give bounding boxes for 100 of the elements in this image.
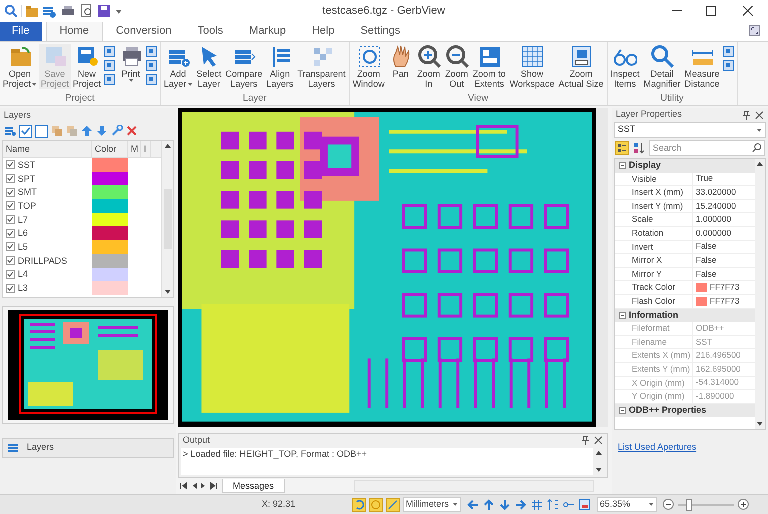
color-swatch[interactable] — [92, 254, 128, 268]
ribbon-button[interactable]: Open Project — [1, 44, 40, 89]
ribbon-button[interactable]: Zoom Window — [350, 44, 387, 89]
scroll-down-icon[interactable] — [757, 422, 763, 426]
scroll-up-icon[interactable] — [757, 162, 763, 166]
ribbon-button[interactable]: Pan — [386, 44, 415, 79]
checkbox[interactable] — [6, 256, 15, 266]
zoom-out-icon[interactable] — [663, 499, 674, 510]
checkbox[interactable] — [6, 228, 15, 238]
collapse-toggle-icon[interactable] — [618, 406, 626, 414]
checkbox[interactable] — [6, 188, 15, 197]
color-swatch[interactable] — [92, 199, 128, 213]
ribbon-button[interactable]: Zoom to Extents — [470, 44, 508, 89]
ribbon-button[interactable]: Zoom In — [414, 44, 443, 89]
scroll-up-icon[interactable] — [164, 144, 170, 148]
close-icon[interactable] — [755, 110, 764, 120]
ribbon-button[interactable]: Select Layer — [194, 44, 224, 89]
ribbon-button[interactable]: Show Workspace — [508, 44, 557, 89]
ribbon-tab[interactable]: Home — [46, 21, 104, 41]
grid-icon[interactable] — [531, 498, 543, 510]
color-swatch[interactable] — [92, 185, 128, 200]
ribbon-button[interactable]: Align Layers — [264, 44, 296, 89]
slider-thumb[interactable] — [686, 498, 692, 510]
pin-icon[interactable] — [581, 436, 590, 446]
file-tab[interactable]: File — [0, 21, 42, 41]
scroll-up-icon[interactable] — [596, 450, 602, 455]
scroll-down-icon[interactable] — [596, 468, 602, 472]
close-icon[interactable] — [594, 436, 603, 446]
layer-dropdown[interactable]: SST — [614, 122, 766, 138]
snap-button[interactable] — [386, 498, 400, 512]
folder-icon[interactable] — [25, 4, 39, 18]
ribbon-button[interactable]: Measure Distance — [682, 44, 722, 89]
ribbon-button[interactable]: Zoom Actual Size — [556, 44, 606, 89]
first-icon[interactable] — [180, 482, 188, 490]
close-icon[interactable] — [126, 125, 138, 137]
ribbon-tab[interactable]: Settings — [348, 21, 414, 41]
uncheck-all-icon[interactable] — [35, 124, 48, 138]
scroll-thumb[interactable] — [164, 189, 172, 249]
document-icon[interactable] — [104, 46, 116, 58]
collapse-toggle-icon[interactable] — [618, 162, 626, 170]
checkbox[interactable] — [6, 270, 15, 279]
color-swatch[interactable] — [92, 172, 128, 186]
left-arrow-icon[interactable] — [467, 498, 479, 510]
document-icon[interactable] — [146, 46, 158, 58]
ribbon-button[interactable]: Transparent Layers — [296, 44, 348, 89]
color-swatch[interactable] — [92, 240, 128, 254]
scrollbar[interactable] — [161, 141, 173, 297]
right-arrow-icon[interactable] — [515, 498, 527, 510]
ribbon-button[interactable]: Add Layer — [162, 44, 195, 89]
save-icon[interactable] — [97, 4, 111, 18]
collapse-toggle-icon[interactable] — [618, 312, 626, 319]
output-tab[interactable]: Messages — [222, 479, 286, 494]
column-header[interactable]: M — [128, 141, 141, 157]
ribbon-tab[interactable]: Markup — [236, 21, 300, 41]
layers-tab[interactable]: Layers — [2, 438, 174, 458]
sort-icon[interactable] — [547, 498, 559, 510]
zoom-in-icon[interactable] — [738, 499, 749, 510]
document-icon[interactable] — [146, 60, 158, 72]
checkbox[interactable] — [6, 174, 15, 184]
checkbox[interactable] — [6, 215, 15, 224]
color-swatch[interactable] — [92, 268, 128, 282]
last-icon[interactable] — [210, 482, 218, 490]
add-layer-icon[interactable] — [4, 125, 16, 137]
ribbon-tab[interactable]: Conversion — [103, 21, 185, 41]
categorized-button[interactable] — [615, 141, 629, 155]
checkbox[interactable] — [6, 160, 15, 170]
ribbon-button[interactable]: Compare Layers — [224, 44, 265, 89]
document-icon[interactable] — [722, 60, 735, 72]
search-field[interactable]: Search — [649, 140, 765, 156]
checkbox[interactable] — [6, 284, 15, 293]
preview-icon[interactable] — [80, 4, 94, 18]
column-header[interactable]: Name — [3, 141, 92, 157]
document-icon[interactable] — [146, 74, 158, 86]
column-header[interactable]: I — [141, 141, 151, 157]
checkbox[interactable] — [6, 242, 15, 252]
document-icon[interactable] — [104, 74, 116, 86]
scrollbar[interactable] — [593, 448, 605, 476]
image-icon[interactable] — [579, 498, 591, 510]
search-icon[interactable] — [752, 143, 762, 153]
document-icon[interactable] — [722, 46, 735, 58]
down-arrow-icon[interactable] — [96, 125, 108, 137]
color-swatch[interactable] — [92, 212, 128, 226]
printer-icon[interactable] — [59, 4, 77, 18]
magnifier-icon[interactable] — [4, 4, 18, 18]
layers-icon[interactable] — [42, 4, 56, 18]
color-swatch[interactable] — [92, 226, 128, 240]
ribbon-button[interactable]: Inspect Items — [608, 44, 642, 89]
snap-button[interactable] — [369, 498, 383, 512]
scrollbar[interactable] — [596, 108, 608, 427]
scrollbar[interactable] — [755, 159, 765, 429]
document-icon[interactable] — [104, 60, 116, 72]
wrench-icon[interactable] — [111, 125, 123, 137]
checkbox[interactable] — [6, 201, 15, 210]
link[interactable]: List Used Apertures — [618, 442, 697, 452]
check-all-icon[interactable] — [19, 124, 32, 138]
zoom-dropdown[interactable]: 65.35% — [597, 497, 657, 512]
ribbon-button[interactable]: New Project — [71, 44, 104, 89]
sort-icon[interactable] — [632, 141, 646, 155]
up-arrow-icon[interactable] — [483, 498, 495, 510]
ribbon-button[interactable]: Zoom Out — [442, 44, 471, 89]
